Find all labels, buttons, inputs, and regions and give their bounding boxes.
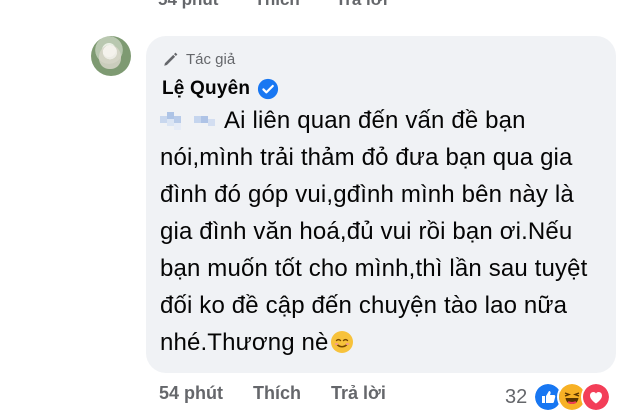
love-reaction-icon xyxy=(581,382,612,412)
avatar[interactable] xyxy=(91,36,131,76)
reaction-count: 32 xyxy=(505,385,528,408)
previous-like-link[interactable]: Thích xyxy=(254,0,299,12)
author-badge: Tác giả xyxy=(162,50,235,68)
author-badge-label: Tác giả xyxy=(186,50,236,68)
comment-actions: 54 phút Thích Trả lời xyxy=(159,383,386,404)
pen-icon xyxy=(164,52,178,66)
reply-link[interactable]: Trả lời xyxy=(331,383,386,404)
previous-comment-actions: 54 phút Thích Trả lời xyxy=(158,0,388,12)
verified-badge-icon xyxy=(258,78,279,100)
mentioned-user-pixelated[interactable] xyxy=(160,108,218,130)
comment-text: Ai liên quan đến vấn đề bạn nói,mình trả… xyxy=(160,102,600,361)
comment-time[interactable]: 54 phút xyxy=(159,383,223,404)
author-name-row: Lệ Quyên xyxy=(162,78,279,100)
previous-reply-link[interactable]: Trả lời xyxy=(336,0,388,12)
previous-comment-time: 54 phút xyxy=(158,0,218,12)
smiling-emoji-icon xyxy=(330,331,353,353)
reaction-summary[interactable]: 32 xyxy=(505,382,612,412)
like-link[interactable]: Thích xyxy=(253,383,301,404)
comment-bubble: Tác giả Lệ Quyên Ai liên quan đến vấn đề… xyxy=(146,36,616,373)
author-name[interactable]: Lệ Quyên xyxy=(162,78,250,100)
comment-body: Ai liên quan đến vấn đề bạn nói,mình trả… xyxy=(160,107,588,356)
